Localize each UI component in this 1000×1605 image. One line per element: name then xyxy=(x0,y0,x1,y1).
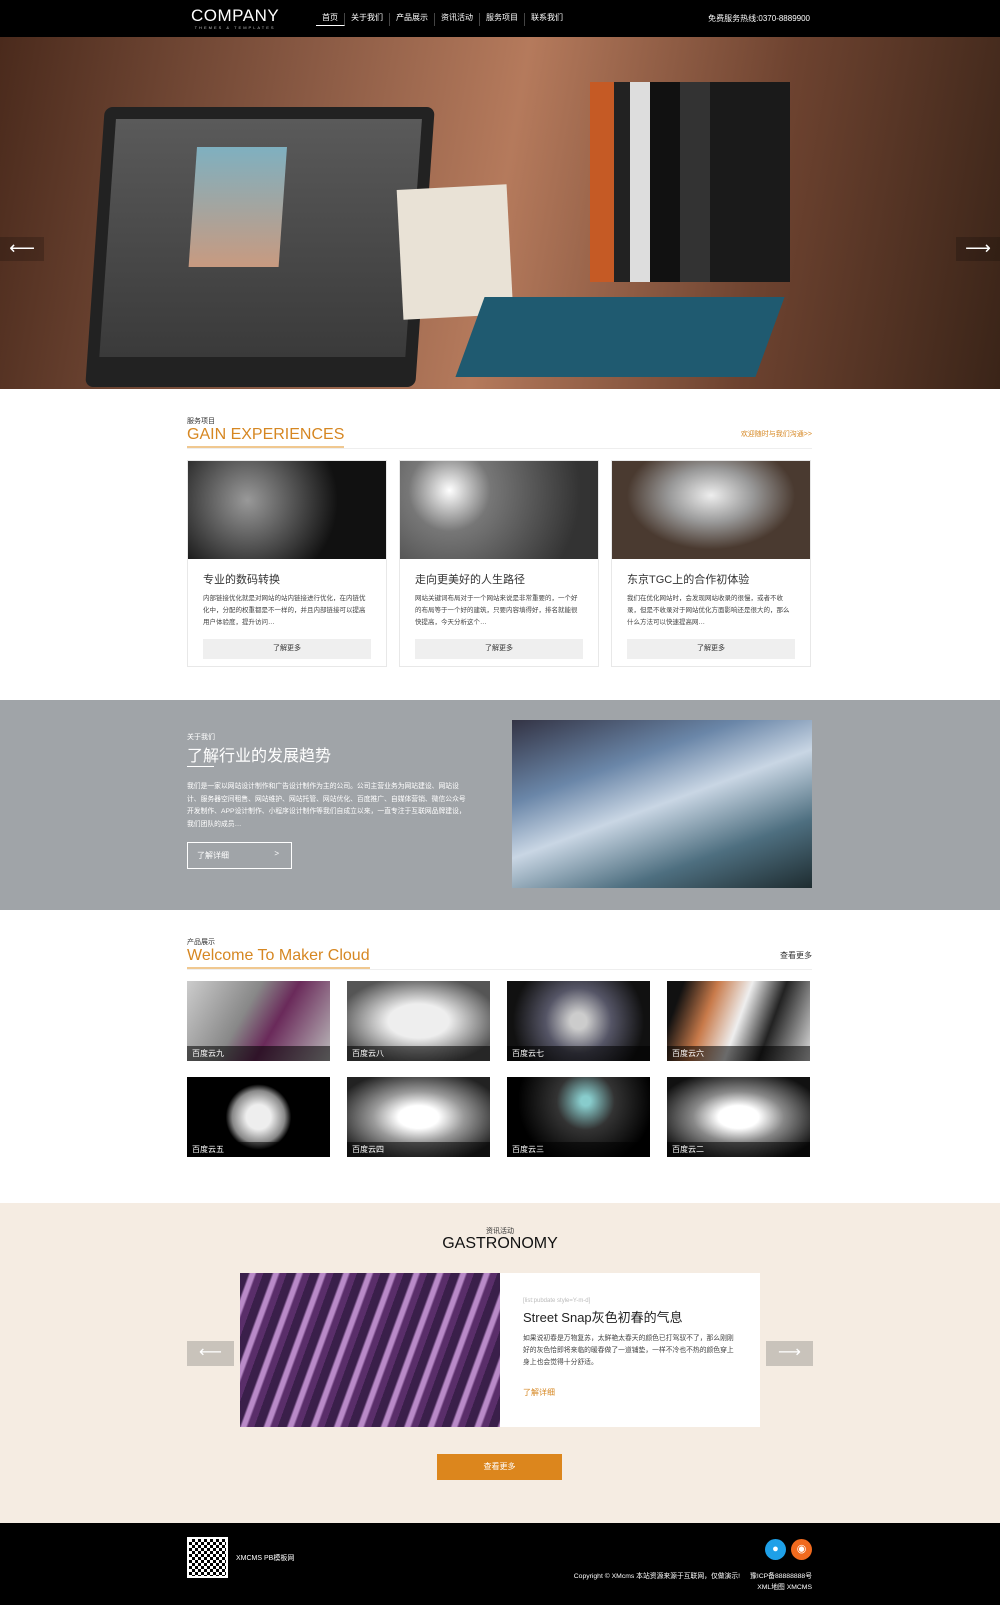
service-cards: 专业的数码转换 内部链接优化就是对网站的站内链接进行优化，在内链优化中，分配的权… xyxy=(187,460,811,667)
card-title[interactable]: 走向更美好的人生路径 xyxy=(415,571,583,587)
news-text: 如果说初春是万物复苏，太鲜艳太春天的颜色已打驾驭不了，那么刚刚好的灰色恰即将来临… xyxy=(523,1335,734,1366)
section-subtitle: 产品展示 xyxy=(187,939,215,946)
section-title: 了解行业的发展趋势 xyxy=(187,748,332,765)
logo-text: COMPANY xyxy=(191,6,280,25)
card-text: 内部链接优化就是对网站的站内链接进行优化，在内链优化中，分配的权重都是不一样的，… xyxy=(203,595,366,626)
product-item[interactable]: 百度云五 xyxy=(187,1077,330,1157)
service-card: 走向更美好的人生路径 网站关键词布局对于一个网站来说是非常重要的，一个好的布局等… xyxy=(399,460,599,667)
card-title[interactable]: 专业的数码转换 xyxy=(203,571,371,587)
nav-news[interactable]: 资讯活动 xyxy=(435,13,480,26)
news-details-link[interactable]: 了解详细 xyxy=(523,1387,555,1398)
card-title[interactable]: 东京TGC上的合作初体验 xyxy=(627,571,795,587)
copyright: Copyright © XMcms 本站资源来源于互联网，仅做演示! xyxy=(573,1573,741,1580)
learn-more-button[interactable]: 了解更多 xyxy=(627,639,795,659)
sitemap-link[interactable]: XML地图 XMCMS xyxy=(757,1581,812,1591)
product-caption: 百度云三 xyxy=(507,1142,650,1157)
hotline: 免费服务热线:0370-8889900 xyxy=(708,14,810,23)
button-label: 了解详细 xyxy=(197,851,229,860)
product-caption: 百度云六 xyxy=(667,1046,810,1061)
product-item[interactable]: 百度云六 xyxy=(667,981,810,1061)
product-item[interactable]: 百度云九 xyxy=(187,981,330,1061)
logo-tagline: THEMES & TEMPLATES xyxy=(194,25,276,30)
card-image[interactable] xyxy=(400,461,598,559)
product-caption: 百度云五 xyxy=(187,1142,330,1157)
about-details-button[interactable]: 了解详细 > xyxy=(187,842,292,869)
news-title[interactable]: Street Snap灰色初春的气息 xyxy=(523,1307,683,1326)
section-title: GASTRONOMY xyxy=(442,1235,558,1252)
arrow-left-icon[interactable]: ⟵ xyxy=(187,1341,234,1366)
qr-code xyxy=(187,1537,228,1578)
product-caption: 百度云九 xyxy=(187,1046,330,1061)
learn-more-button[interactable]: 了解更多 xyxy=(415,639,583,659)
header: COMPANY THEMES & TEMPLATES 首页 关于我们 产品展示 资… xyxy=(0,0,1000,37)
arrow-right-icon[interactable]: ⟶ xyxy=(766,1341,813,1366)
nav-products[interactable]: 产品展示 xyxy=(390,13,435,26)
product-item[interactable]: 百度云二 xyxy=(667,1077,810,1157)
hero-notebook-image xyxy=(455,297,785,377)
contact-link[interactable]: 欢迎随时与我们沟通>> xyxy=(741,429,812,439)
product-caption: 百度云二 xyxy=(667,1142,810,1157)
learn-more-button[interactable]: 了解更多 xyxy=(203,639,371,659)
divider xyxy=(187,969,812,970)
about-text: 我们是一家以网站设计制作和广告设计制作为主的公司。公司主营业务为网站建设、网站设… xyxy=(187,783,466,828)
hero-laptop-image xyxy=(85,107,435,387)
section-subtitle: 服务项目 xyxy=(187,418,215,425)
service-card: 专业的数码转换 内部链接优化就是对网站的站内链接进行优化，在内链优化中，分配的权… xyxy=(187,460,387,667)
arrow-left-icon[interactable]: ⟵ xyxy=(0,237,44,261)
product-caption: 百度云七 xyxy=(507,1046,650,1061)
card-image[interactable] xyxy=(612,461,810,559)
card-text: 网站关键词布局对于一个网站来说是非常重要的，一个好的布局等于一个好的建筑，只要内… xyxy=(415,595,578,626)
about-skyline-image xyxy=(512,720,812,888)
section-title: Welcome To Maker Cloud xyxy=(187,947,370,969)
chevron-right-icon: > xyxy=(274,849,279,858)
hero-banner: ⟵ ⟶ xyxy=(0,37,1000,389)
product-grid: 百度云九 百度云八 百度云七 百度云六 百度云五 百度云四 百度云三 百度云二 xyxy=(187,981,812,1157)
news-slide: [list:pubdate style=Y-m-d] Street Snap灰色… xyxy=(240,1273,760,1427)
section-subtitle: 关于我们 xyxy=(187,734,215,741)
card-image[interactable] xyxy=(188,461,386,559)
logo[interactable]: COMPANY THEMES & TEMPLATES xyxy=(191,6,279,30)
news-image[interactable] xyxy=(240,1273,500,1427)
news-section: 资讯活动 GASTRONOMY ⟵ ⟶ [list:pubdate style=… xyxy=(0,1203,1000,1523)
service-card: 东京TGC上的合作初体验 我们在优化网站时，会发现网站收录的很慢，或者不收录，但… xyxy=(611,460,811,667)
nav-about[interactable]: 关于我们 xyxy=(345,13,390,26)
hero-books-image xyxy=(590,82,790,282)
products-section: 产品展示 Welcome To Maker Cloud 查看更多 xyxy=(187,937,812,970)
news-date: [list:pubdate style=Y-m-d] xyxy=(523,1298,591,1304)
card-text: 我们在优化网站时，会发现网站收录的很慢，或者不收录，但是不收录对于网站优化方面影… xyxy=(627,595,790,626)
section-title: GAIN EXPERIENCES xyxy=(187,426,345,448)
product-item[interactable]: 百度云七 xyxy=(507,981,650,1061)
nav-home[interactable]: 首页 xyxy=(316,13,345,26)
about-section: 关于我们 了解行业的发展趋势 我们是一家以网站设计制作和广告设计制作为主的公司。… xyxy=(0,700,1000,910)
main-nav: 首页 关于我们 产品展示 资讯活动 服务项目 联系我们 xyxy=(316,13,569,26)
nav-contact[interactable]: 联系我们 xyxy=(525,13,569,26)
weibo-icon[interactable]: ◉ xyxy=(791,1539,812,1560)
arrow-right-icon[interactable]: ⟶ xyxy=(956,237,1000,261)
product-caption: 百度云八 xyxy=(347,1046,490,1061)
services-section: 服务项目 GAIN EXPERIENCES 欢迎随时与我们沟通>> xyxy=(187,416,812,449)
product-item[interactable]: 百度云三 xyxy=(507,1077,650,1157)
product-item[interactable]: 百度云四 xyxy=(347,1077,490,1157)
view-more-button[interactable]: 查看更多 xyxy=(437,1454,562,1480)
divider xyxy=(187,448,812,449)
product-item[interactable]: 百度云八 xyxy=(347,981,490,1061)
copyright-row: Copyright © XMcms 本站资源来源于互联网，仅做演示! 豫ICP备8… xyxy=(574,1570,812,1580)
product-caption: 百度云四 xyxy=(347,1142,490,1157)
icp-link[interactable]: 豫ICP备88888888号 xyxy=(750,1570,812,1580)
site-name: XMCMS PB模板网 xyxy=(236,1555,295,1562)
nav-services[interactable]: 服务项目 xyxy=(480,13,525,26)
view-more-link[interactable]: 查看更多 xyxy=(780,950,812,961)
footer: XMCMS PB模板网 ● ◉ Copyright © XMcms 本站资源来源… xyxy=(0,1523,1000,1605)
qq-icon[interactable]: ● xyxy=(765,1539,786,1560)
divider xyxy=(187,766,214,767)
